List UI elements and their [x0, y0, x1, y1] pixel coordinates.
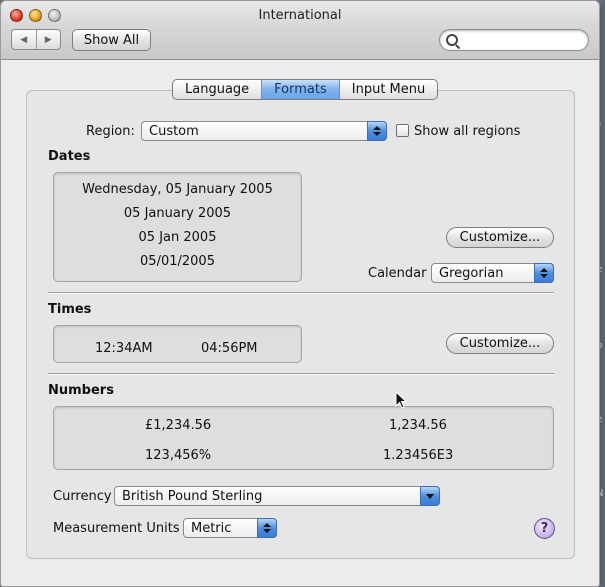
times-sample-well: 12:34AM 04:56PM — [53, 325, 302, 363]
tab-bar: Language Formats Input Menu — [172, 79, 439, 100]
show-all-regions-label: Show all regions — [414, 124, 521, 139]
popup-arrows-icon — [367, 121, 387, 141]
tab-input-menu[interactable]: Input Menu — [338, 80, 437, 99]
times-heading: Times — [48, 302, 92, 317]
tab-language[interactable]: Language — [173, 80, 261, 99]
measurement-popup[interactable]: Metric — [183, 518, 277, 538]
date-medium: 05 Jan 2005 — [138, 230, 217, 245]
dates-customize-button[interactable]: Customize... — [446, 227, 554, 248]
dates-heading: Dates — [48, 149, 91, 164]
back-button[interactable]: ◀ — [12, 30, 36, 49]
number-scientific: 1.23456E3 — [383, 448, 454, 463]
currency-label: Currency — [53, 489, 112, 504]
show-all-button[interactable]: Show All — [72, 29, 151, 51]
help-icon[interactable]: ? — [534, 518, 555, 539]
search-field[interactable] — [439, 29, 589, 51]
forward-button[interactable]: ▶ — [35, 30, 61, 49]
dates-sample-well: Wednesday, 05 January 2005 05 January 20… — [53, 172, 302, 282]
date-short: 05/01/2005 — [140, 254, 215, 269]
time-medium: 04:56PM — [201, 341, 258, 356]
date-long: 05 January 2005 — [123, 206, 232, 221]
back-forward-control: ◀ ▶ — [11, 29, 61, 50]
popup-arrows-icon — [257, 518, 277, 538]
calendar-popup[interactable]: Gregorian — [431, 263, 554, 283]
date-full: Wednesday, 05 January 2005 — [82, 182, 273, 197]
popup-arrow-icon — [420, 486, 440, 506]
time-short: 12:34AM — [95, 341, 153, 356]
divider — [48, 373, 554, 375]
times-customize-button[interactable]: Customize... — [446, 333, 554, 354]
currency-popup[interactable]: British Pound Sterling — [114, 486, 440, 506]
measurement-label: Measurement Units — [53, 521, 180, 536]
tab-formats[interactable]: Formats — [261, 80, 339, 99]
number-currency: £1,234.56 — [145, 418, 212, 433]
numbers-sample-well: £1,234.56 1,234.56 123,456% 1.23456E3 — [53, 406, 554, 470]
search-input[interactable] — [462, 32, 584, 50]
numbers-heading: Numbers — [48, 383, 114, 398]
calendar-label: Calendar — [368, 266, 427, 281]
search-icon — [446, 34, 458, 46]
window-title: International — [258, 8, 342, 23]
region-popup[interactable]: Custom — [141, 121, 387, 141]
popup-arrows-icon — [534, 263, 554, 283]
region-label: Region: — [86, 124, 135, 139]
title-bar: International ◀ ▶ Show All — [1, 1, 599, 60]
preferences-window: International ◀ ▶ Show All Language Form… — [0, 0, 600, 587]
divider — [48, 292, 554, 294]
currency-value: British Pound Sterling — [122, 488, 263, 504]
calendar-value: Gregorian — [439, 265, 504, 281]
show-all-regions-checkbox[interactable] — [396, 124, 409, 137]
region-value: Custom — [149, 123, 199, 139]
measurement-value: Metric — [191, 520, 232, 536]
number-decimal: 1,234.56 — [389, 418, 447, 433]
number-percent: 123,456% — [145, 448, 212, 463]
